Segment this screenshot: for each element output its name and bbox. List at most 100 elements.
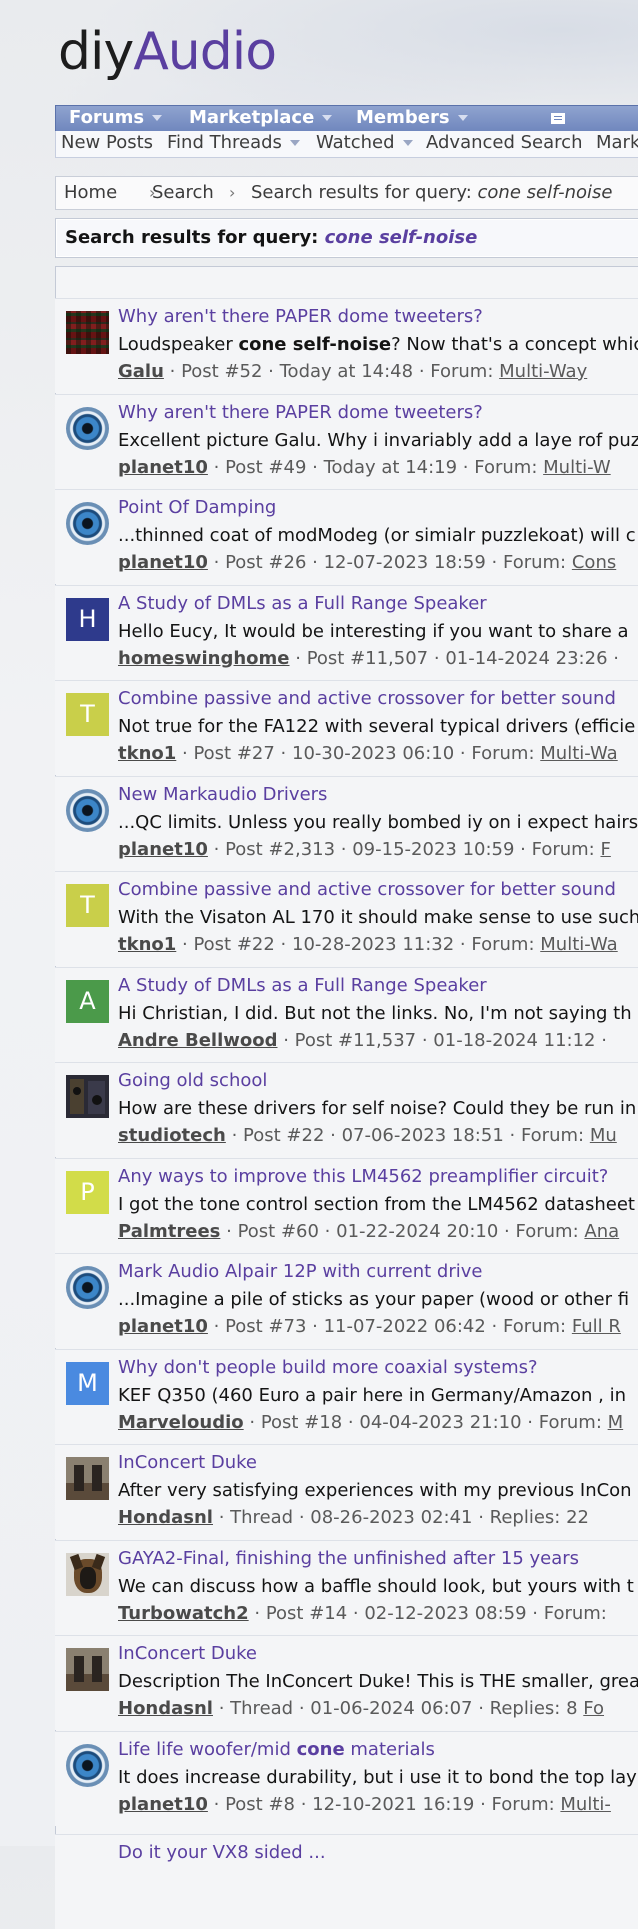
forum-link[interactable]: Cons	[572, 552, 616, 573]
result-title[interactable]: Mark Audio Alpair 12P with current drive	[118, 1261, 482, 1282]
username-link[interactable]: planet10	[118, 1794, 208, 1815]
result-title[interactable]: Going old school	[118, 1070, 267, 1091]
result-title[interactable]: Combine passive and active crossover for…	[118, 879, 616, 900]
post-number[interactable]: Post #60	[238, 1221, 319, 1242]
watched-link[interactable]: Watched	[316, 131, 413, 155]
result-title[interactable]: A Study of DMLs as a Full Range Speaker	[118, 975, 487, 996]
result-title[interactable]: A Study of DMLs as a Full Range Speaker	[118, 593, 487, 614]
username-link[interactable]: Hondasnl	[118, 1507, 213, 1528]
forum-link[interactable]: Mu	[590, 1125, 617, 1146]
avatar[interactable]	[66, 406, 109, 450]
avatar[interactable]: P	[66, 1170, 109, 1214]
username-link[interactable]: tkno1	[118, 934, 176, 955]
avatar[interactable]: A	[66, 979, 109, 1023]
username-link[interactable]: Marveloudio	[118, 1412, 244, 1433]
mark-forums-read-link[interactable]: Mark	[596, 131, 638, 155]
avatar[interactable]: M	[66, 1361, 109, 1405]
result-title[interactable]: Combine passive and active crossover for…	[118, 688, 616, 709]
result-title[interactable]: New Markaudio Drivers	[118, 784, 327, 805]
tab-marketplace[interactable]: Marketplace	[189, 106, 333, 132]
username-link[interactable]: Andre Bellwood	[118, 1030, 278, 1051]
post-number[interactable]: Post #2,313	[225, 839, 335, 860]
breadcrumb-home[interactable]: Home	[64, 177, 117, 209]
result-title[interactable]: Point Of Damping	[118, 497, 276, 518]
username-link[interactable]: planet10	[118, 839, 208, 860]
post-number[interactable]: Thread	[230, 1507, 293, 1528]
tab-forums[interactable]: Forums	[69, 106, 163, 132]
chevron-down-icon[interactable]	[457, 115, 468, 121]
username-link[interactable]: Palmtrees	[118, 1221, 220, 1242]
eye-avatar-icon	[66, 406, 109, 450]
forum-link[interactable]: Multi-Wa	[540, 934, 617, 955]
username-link[interactable]: Galu	[118, 361, 164, 382]
post-number[interactable]: Post #18	[261, 1412, 342, 1433]
post-number[interactable]: Post #26	[225, 552, 306, 573]
post-number[interactable]: Post #22	[193, 934, 274, 955]
result-title[interactable]: GAYA2-Final, finishing the unfinished af…	[118, 1548, 579, 1569]
avatar[interactable]	[66, 1743, 109, 1787]
username-link[interactable]: planet10	[118, 1316, 208, 1337]
avatar[interactable]: H	[66, 597, 109, 641]
site-logo[interactable]: diyAudio	[58, 20, 277, 84]
username-link[interactable]: planet10	[118, 552, 208, 573]
avatar[interactable]	[66, 1457, 109, 1500]
username-link[interactable]: homeswinghome	[118, 648, 290, 669]
username-link[interactable]: planet10	[118, 457, 208, 478]
post-number[interactable]: Post #27	[193, 743, 274, 764]
post-number[interactable]: Post #52	[181, 361, 262, 382]
menu-icon[interactable]	[551, 113, 565, 124]
avatar[interactable]	[66, 311, 109, 354]
post-date: 02-12-2023 08:59	[364, 1602, 527, 1624]
chevron-down-icon[interactable]	[152, 115, 163, 121]
post-number[interactable]: Thread	[230, 1698, 293, 1719]
post-number[interactable]: Post #11,537	[295, 1030, 416, 1051]
advanced-search-link[interactable]: Advanced Search	[426, 131, 582, 155]
new-posts-link[interactable]: New Posts	[61, 131, 153, 155]
result-title[interactable]: Why aren't there PAPER dome tweeters?	[118, 402, 483, 423]
username-link[interactable]: Hondasnl	[118, 1698, 213, 1719]
avatar[interactable]: T	[66, 884, 109, 927]
forum-link[interactable]: Full R	[572, 1316, 621, 1337]
result-title[interactable]: Why aren't there PAPER dome tweeters?	[118, 306, 483, 327]
post-number[interactable]: Post #22	[243, 1125, 324, 1146]
post-number[interactable]: Post #49	[225, 457, 306, 478]
username-link[interactable]: studiotech	[118, 1125, 226, 1146]
forum-link[interactable]: F	[600, 839, 610, 860]
result-title[interactable]: Do it your VX8 sided ...	[118, 1842, 326, 1863]
post-number[interactable]: Post #11,507	[307, 648, 428, 669]
forum-link[interactable]: Ana	[584, 1221, 619, 1242]
breadcrumb-search[interactable]: Search	[152, 177, 214, 209]
result-title[interactable]: Any ways to improve this LM4562 preampli…	[118, 1166, 608, 1187]
find-threads-link[interactable]: Find Threads	[167, 131, 300, 155]
room-avatar-icon	[66, 1457, 109, 1500]
result-snippet: How are these drivers for self noise? Co…	[118, 1098, 637, 1119]
result-title[interactable]: Life life woofer/mid cone materials	[118, 1739, 435, 1760]
chevron-down-icon[interactable]	[402, 140, 413, 146]
avatar[interactable]	[66, 1552, 109, 1596]
avatar[interactable]	[66, 1075, 109, 1118]
forum-link[interactable]: Multi-Wa	[540, 743, 617, 764]
username-link[interactable]: Turbowatch2	[118, 1603, 249, 1624]
avatar[interactable]	[66, 788, 109, 832]
avatar[interactable]	[66, 1266, 109, 1309]
result-title[interactable]: InConcert Duke	[118, 1452, 257, 1473]
forum-link[interactable]: Fo	[583, 1698, 604, 1719]
post-number[interactable]: Post #73	[225, 1316, 306, 1337]
result-meta: Palmtrees · Post #60 · 01-22-2024 20:10 …	[118, 1220, 620, 1242]
result-title[interactable]: InConcert Duke	[118, 1643, 257, 1664]
post-date: 09-15-2023 10:59	[352, 838, 515, 860]
forum-link[interactable]: Multi-Way	[499, 361, 587, 382]
tab-members[interactable]: Members	[356, 106, 468, 132]
username-link[interactable]: tkno1	[118, 743, 176, 764]
chevron-down-icon[interactable]	[322, 115, 333, 121]
chevron-down-icon[interactable]	[289, 140, 300, 146]
avatar[interactable]	[66, 502, 109, 545]
forum-link[interactable]: Multi-W	[543, 457, 611, 478]
forum-link[interactable]: Multi-	[560, 1794, 611, 1815]
post-number[interactable]: Post #8	[225, 1794, 295, 1815]
result-title[interactable]: Why don't people build more coaxial syst…	[118, 1357, 538, 1378]
avatar[interactable]	[66, 1648, 109, 1691]
forum-link[interactable]: M	[608, 1412, 624, 1433]
post-number[interactable]: Post #14	[266, 1603, 347, 1624]
avatar[interactable]: T	[66, 693, 109, 736]
